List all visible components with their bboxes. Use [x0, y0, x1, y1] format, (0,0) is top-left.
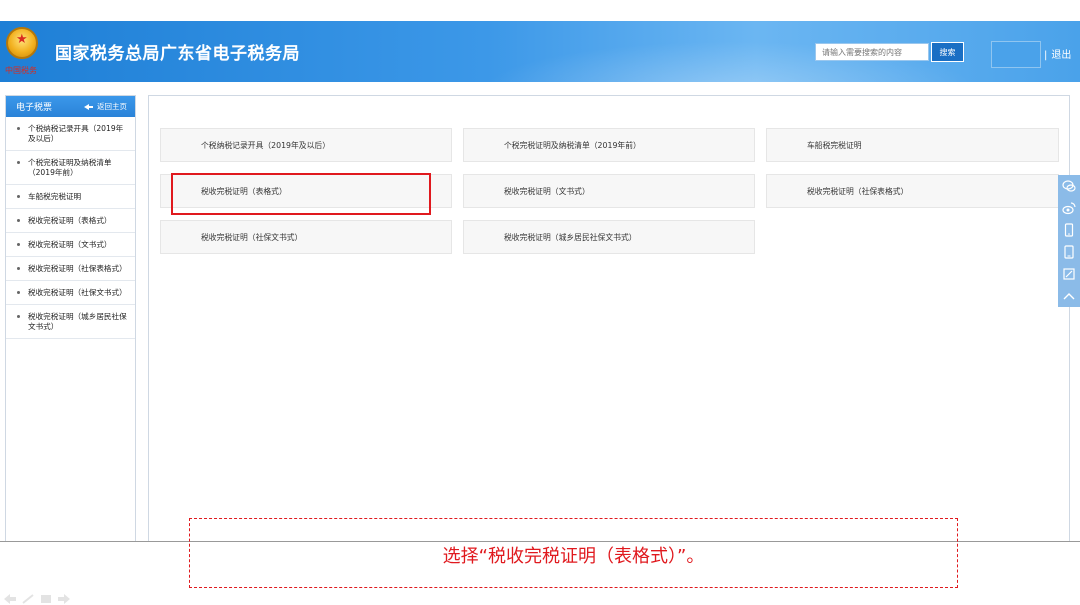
bullet-icon — [17, 195, 20, 198]
sidebar-item-label: 税收完税证明（城乡居民社保文书式） — [28, 312, 127, 331]
card-label: 税收完税证明（文书式） — [504, 186, 590, 196]
tablet-icon[interactable] — [1058, 241, 1080, 263]
sidebar-item-label: 个税完税证明及纳税清单（2019年前） — [28, 158, 112, 177]
floating-toolbar — [1058, 175, 1080, 307]
back-arrow-icon — [84, 103, 93, 110]
emblem-caption: 中国税务 — [5, 66, 37, 75]
card-label: 税收完税证明（社保表格式） — [807, 186, 909, 196]
tax-emblem-icon: ★ — [6, 27, 38, 59]
bullet-icon — [17, 219, 20, 222]
sidebar-header: 电子税票 返回主页 — [6, 96, 135, 117]
card-urban-rural-social[interactable]: 税收完税证明（城乡居民社保文书式） — [463, 220, 755, 254]
card-label: 个税完税证明及纳税清单（2019年前） — [504, 140, 641, 150]
sidebar-item-social-table-format[interactable]: 税收完税证明（社保表格式） — [6, 257, 135, 281]
weibo-icon[interactable] — [1058, 197, 1080, 219]
card-individual-tax-record[interactable]: 个税纳税记录开具（2019年及以后） — [160, 128, 452, 162]
sidebar-item-label: 车船税完税证明 — [28, 192, 82, 201]
next-arrow-icon[interactable] — [58, 589, 70, 604]
bullet-icon — [17, 161, 20, 164]
card-label: 个税纳税记录开具（2019年及以后） — [201, 140, 330, 150]
logout-label: 退出 — [1051, 50, 1072, 61]
sidebar-item-individual-tax-certificate[interactable]: 个税完税证明及纳税清单（2019年前） — [6, 151, 135, 185]
card-label: 税收完税证明（表格式） — [201, 186, 287, 196]
main-panel — [148, 95, 1070, 542]
edit-icon[interactable] — [1058, 263, 1080, 285]
screen: ★ 中国税务 国家税务总局广东省电子税务局 搜索 |退出 电子税票 返回主页 个… — [0, 0, 1080, 605]
sidebar-item-vehicle-tax[interactable]: 车船税完税证明 — [6, 185, 135, 209]
prev-arrow-icon[interactable] — [4, 589, 16, 604]
user-name-box[interactable] — [991, 41, 1041, 68]
sidebar-title: 电子税票 — [16, 103, 53, 113]
card-label: 税收完税证明（城乡居民社保文书式） — [504, 232, 637, 242]
card-social-document-format[interactable]: 税收完税证明（社保文书式） — [160, 220, 452, 254]
instruction-caption: 选择“税收完税证明（表格式）”。 — [442, 546, 705, 567]
sidebar-item-label: 个税纳税记录开具（2019年及以后） — [28, 124, 124, 143]
bullet-icon — [17, 315, 20, 318]
card-document-format[interactable]: 税收完税证明（文书式） — [463, 174, 755, 208]
sidebar-item-urban-rural-social[interactable]: 税收完税证明（城乡居民社保文书式） — [6, 305, 135, 339]
chat-icon[interactable] — [1058, 175, 1080, 197]
sidebar-item-document-format[interactable]: 税收完税证明（文书式） — [6, 233, 135, 257]
back-home-label: 返回主页 — [97, 102, 127, 111]
sidebar-item-label: 税收完税证明（文书式） — [28, 240, 112, 249]
sidebar-item-individual-tax-record[interactable]: 个税纳税记录开具（2019年及以后） — [6, 117, 135, 151]
sidebar-item-social-document-format[interactable]: 税收完税证明（社保文书式） — [6, 281, 135, 305]
sidebar-item-label: 税收完税证明（社保表格式） — [28, 264, 127, 273]
back-to-top-icon[interactable] — [1058, 285, 1080, 307]
bullet-icon — [17, 291, 20, 294]
card-social-table-format[interactable]: 税收完税证明（社保表格式） — [766, 174, 1059, 208]
slide-nav — [4, 589, 70, 604]
bullet-icon — [17, 243, 20, 246]
card-individual-tax-certificate[interactable]: 个税完税证明及纳税清单（2019年前） — [463, 128, 755, 162]
search-input[interactable] — [815, 43, 929, 61]
menu-icon[interactable] — [40, 589, 52, 603]
card-vehicle-tax[interactable]: 车船税完税证明 — [766, 128, 1059, 162]
card-table-format[interactable]: 税收完税证明（表格式） — [160, 174, 452, 208]
search-button[interactable]: 搜索 — [931, 42, 964, 62]
sidebar-item-table-format[interactable]: 税收完税证明（表格式） — [6, 209, 135, 233]
sidebar: 电子税票 返回主页 个税纳税记录开具（2019年及以后） 个税完税证明及纳税清单… — [5, 95, 136, 542]
card-label: 税收完税证明（社保文书式） — [201, 232, 303, 242]
mobile-icon[interactable] — [1058, 219, 1080, 241]
card-label: 车船税完税证明 — [807, 140, 862, 150]
sidebar-item-label: 税收完税证明（社保文书式） — [28, 288, 127, 297]
site-header: ★ 中国税务 国家税务总局广东省电子税务局 搜索 |退出 — [0, 21, 1080, 82]
bullet-icon — [17, 127, 20, 130]
bullet-icon — [17, 267, 20, 270]
sidebar-item-label: 税收完税证明（表格式） — [28, 216, 112, 225]
pen-icon[interactable] — [22, 589, 34, 604]
back-home-link[interactable]: 返回主页 — [84, 101, 127, 112]
site-title: 国家税务总局广东省电子税务局 — [55, 44, 300, 64]
separator: | — [1044, 50, 1048, 61]
logout-link[interactable]: | 退出 — [1044, 46, 1071, 61]
